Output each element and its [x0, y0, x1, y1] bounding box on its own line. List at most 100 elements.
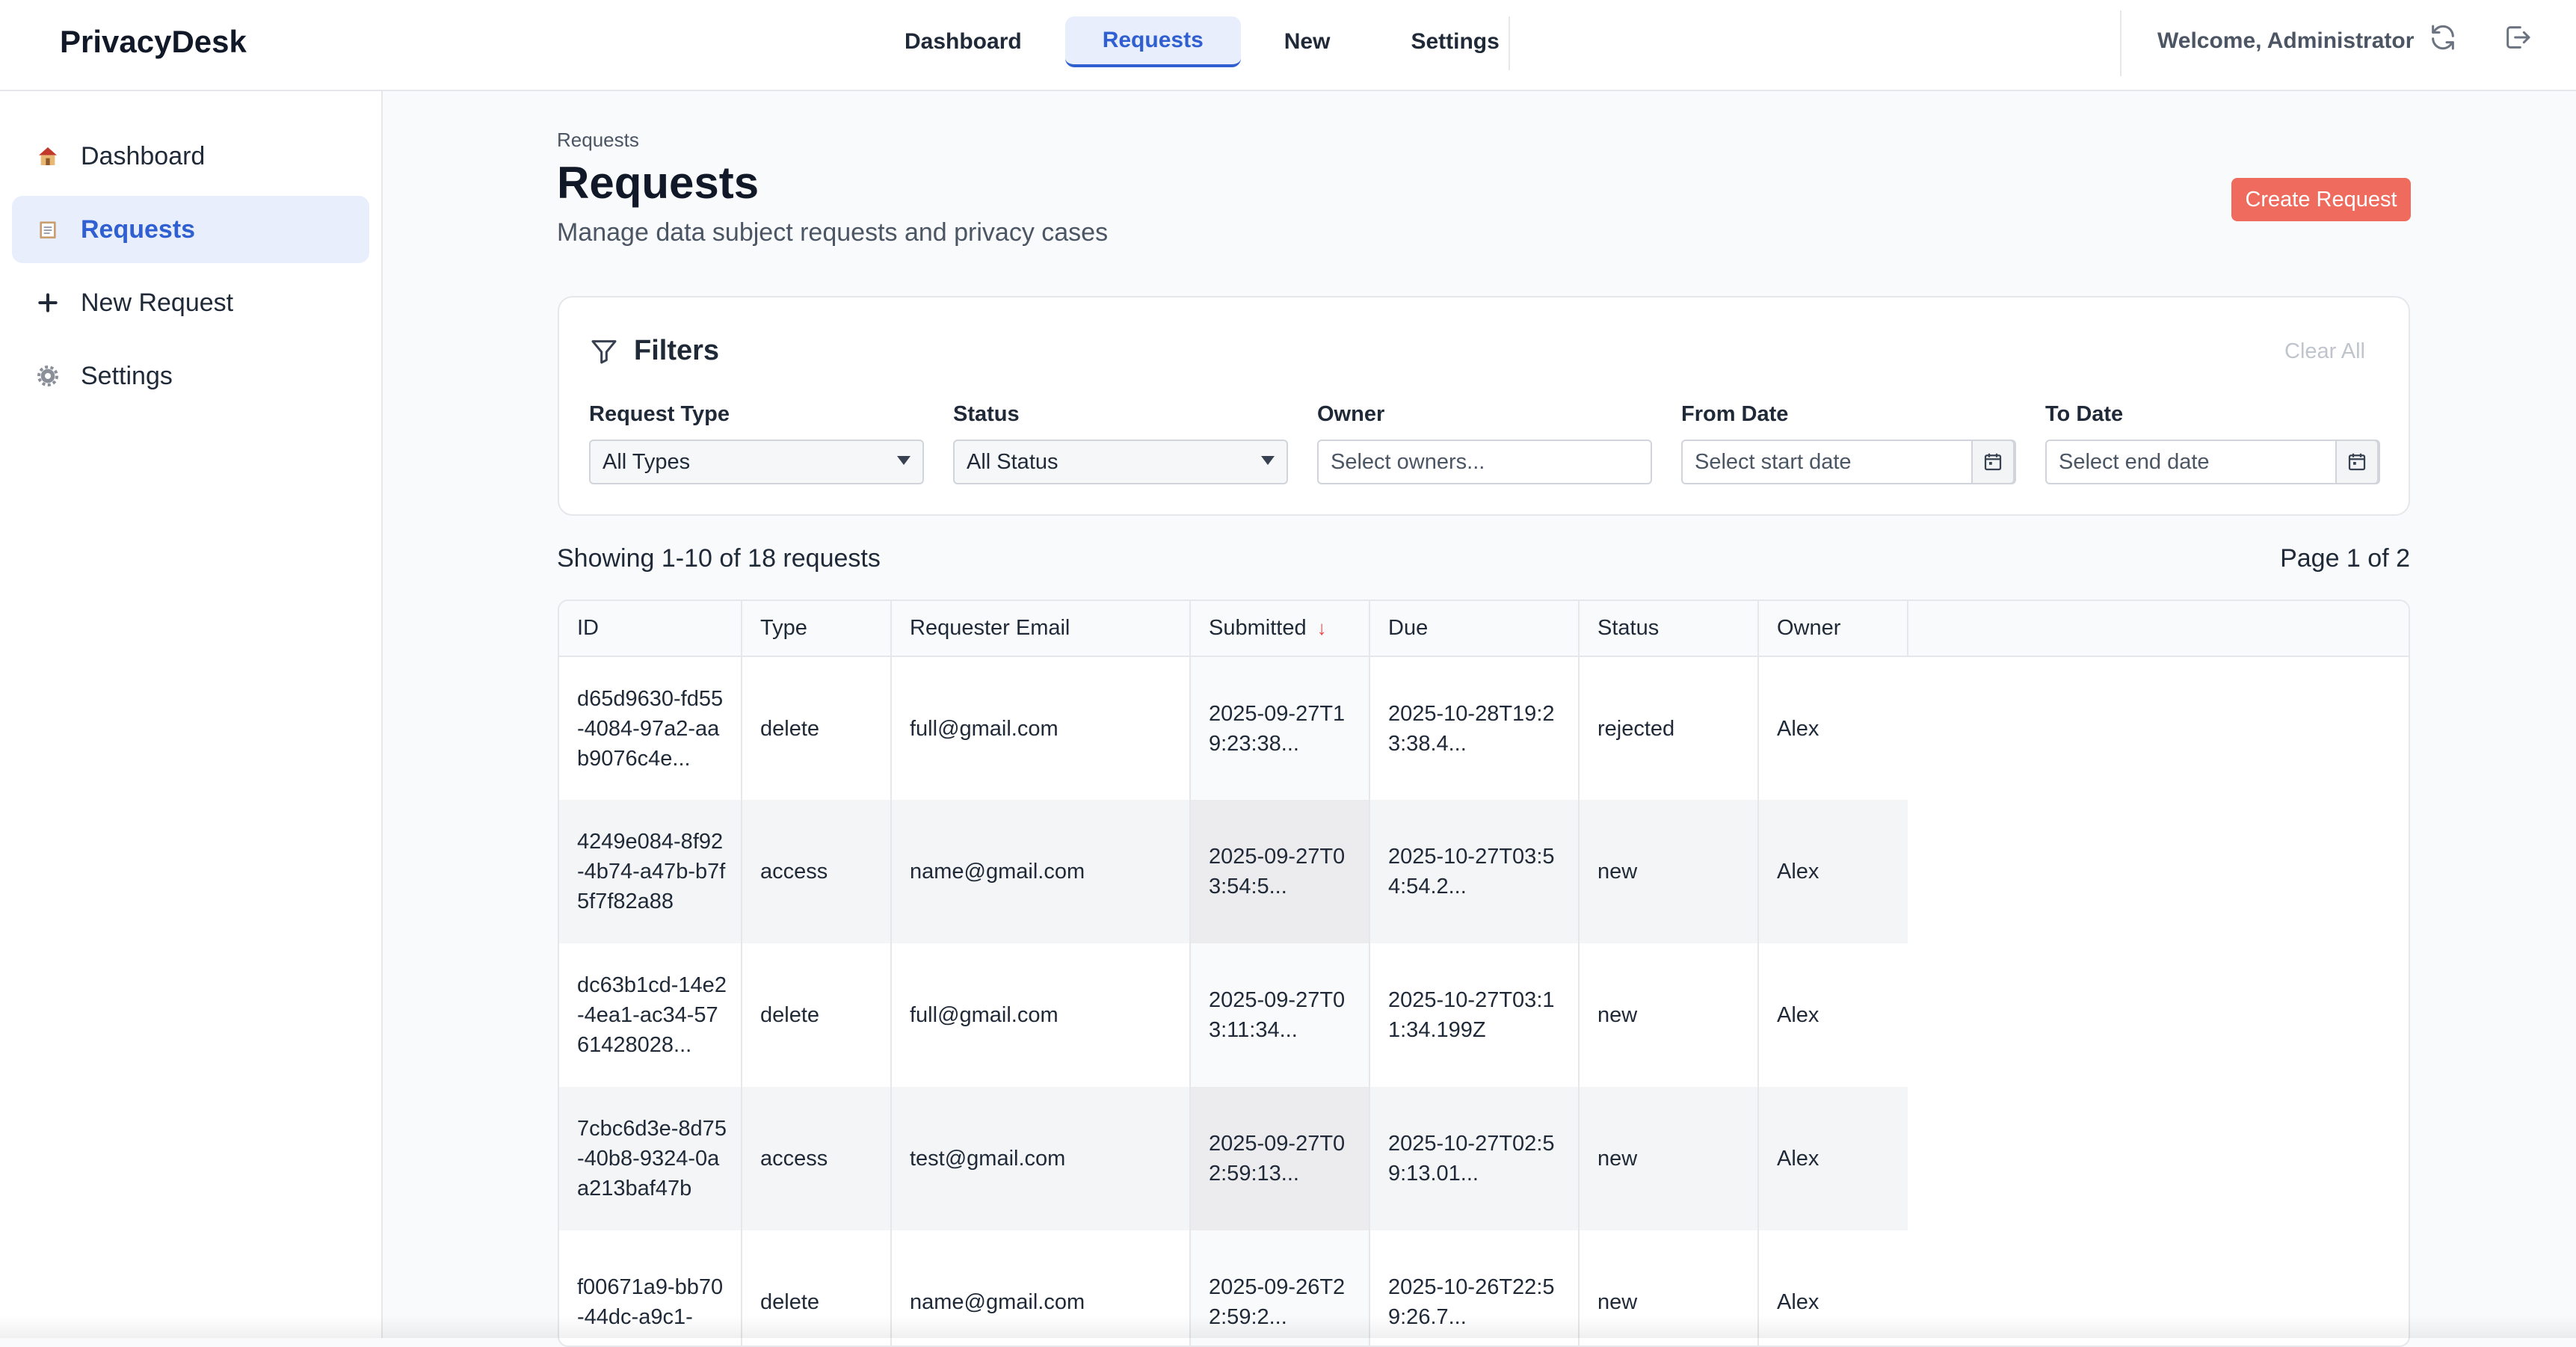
top-nav: Dashboard Requests New Settings: [867, 16, 1543, 70]
to-date-placeholder: Select end date: [2059, 449, 2210, 474]
cell-status: new: [1579, 1087, 1759, 1230]
sidebar-item-label: Dashboard: [81, 141, 206, 170]
cell-email: full@gmail.com: [891, 656, 1191, 800]
topnav-dashboard[interactable]: Dashboard: [867, 16, 1059, 67]
column-header-email[interactable]: Requester Email: [891, 601, 1191, 657]
column-header-type[interactable]: Type: [742, 601, 892, 657]
top-bar: PrivacyDesk Dashboard Requests New Setti…: [0, 0, 2576, 91]
sidebar-item-label: Requests: [81, 215, 196, 244]
create-request-button[interactable]: Create Request: [2231, 178, 2411, 221]
cell-filler: [1908, 943, 2409, 1087]
cell-submitted: 2025-09-27T03:11:34...: [1190, 943, 1370, 1087]
scroll-shadow: [0, 1316, 2576, 1338]
filters-title: Filters: [634, 335, 720, 366]
status-select[interactable]: All Status: [953, 440, 1288, 484]
cell-status: new: [1579, 943, 1759, 1087]
cell-filler: [1908, 800, 2409, 943]
cell-id: d65d9630-fd55-4084-97a2-aab9076c4e...: [559, 656, 742, 800]
sidebar-item-settings[interactable]: Settings: [12, 342, 369, 410]
results-count: Showing 1-10 of 18 requests: [557, 544, 881, 573]
owner-label: Owner: [1317, 402, 1385, 426]
breadcrumb[interactable]: Requests: [557, 129, 639, 152]
cell-id: 4249e084-8f92-4b74-a47b-b7f5f7f82a88: [559, 800, 742, 943]
cell-submitted: 2025-09-27T03:54:5...: [1190, 800, 1370, 943]
cell-submitted: 2025-09-27T19:23:38...: [1190, 656, 1370, 800]
caret-down-icon: [1261, 456, 1275, 465]
request-type-value: All Types: [603, 449, 691, 474]
cell-type: access: [742, 1087, 892, 1230]
column-header-id[interactable]: ID: [559, 601, 742, 657]
from-date-label: From Date: [1681, 402, 1789, 426]
logout-icon[interactable]: [2503, 22, 2533, 52]
cell-filler: [1908, 656, 2409, 800]
sidebar-item-label: Settings: [81, 361, 173, 390]
column-header-owner[interactable]: Owner: [1758, 601, 1908, 657]
plus-icon: [34, 289, 61, 316]
refresh-icon[interactable]: [2428, 22, 2458, 52]
welcome-text: Welcome, Administrator: [2157, 28, 2415, 53]
requests-table: ID Type Requester Email Submitted ↓ Due S…: [558, 599, 2410, 1347]
sidebar-item-dashboard[interactable]: Dashboard: [12, 123, 369, 190]
status-value: All Status: [967, 449, 1059, 474]
cell-owner: Alex: [1758, 800, 1908, 943]
sidebar-item-new-request[interactable]: New Request: [12, 269, 369, 336]
column-header-submitted[interactable]: Submitted ↓: [1190, 601, 1370, 657]
table-row[interactable]: 4249e084-8f92-4b74-a47b-b7f5f7f82a88 acc…: [559, 800, 2409, 943]
clear-all-button[interactable]: Clear All: [2284, 339, 2365, 364]
table-header-filler: [1908, 601, 2409, 657]
calendar-icon[interactable]: [1971, 440, 2015, 484]
cell-due: 2025-10-27T03:54:54.2...: [1369, 800, 1580, 943]
cell-owner: Alex: [1777, 1003, 1819, 1027]
sidebar-item-requests[interactable]: Requests: [12, 196, 369, 263]
cell-type: access: [742, 800, 892, 943]
request-type-label: Request Type: [589, 402, 730, 426]
divider: [2120, 10, 2121, 76]
topnav-new[interactable]: New: [1247, 16, 1368, 67]
from-date-input[interactable]: Select start date: [1681, 440, 2016, 484]
cell-due: 2025-10-27T02:59:13.01...: [1369, 1087, 1580, 1230]
brand-logo[interactable]: PrivacyDesk: [60, 24, 247, 60]
cell-submitted: 2025-09-27T02:59:13...: [1190, 1087, 1370, 1230]
clipboard-icon: [34, 216, 61, 243]
cell-type: delete: [742, 656, 892, 800]
column-header-label: Submitted: [1209, 616, 1307, 640]
cell-status: new: [1579, 800, 1759, 943]
cell-id: 7cbc6d3e-8d75-40b8-9324-0aa213baf47b: [559, 1087, 742, 1230]
topnav-requests[interactable]: Requests: [1064, 16, 1241, 67]
owner-input[interactable]: Select owners...: [1317, 440, 1652, 484]
table-row[interactable]: 7cbc6d3e-8d75-40b8-9324-0aa213baf47b acc…: [559, 1087, 2409, 1230]
from-date-placeholder: Select start date: [1695, 449, 1852, 474]
cell-due: 2025-10-27T03:11:34.199Z: [1369, 943, 1580, 1087]
status-label: Status: [953, 402, 1020, 426]
table-row[interactable]: dc63b1cd-14e2-4ea1-ac34-5761428028... de…: [559, 943, 2409, 1087]
topnav-settings[interactable]: Settings: [1373, 16, 1536, 67]
house-icon: [34, 143, 61, 170]
cell-owner: Alex: [1758, 1087, 1908, 1230]
sidebar-item-label: New Request: [81, 288, 234, 317]
column-header-status[interactable]: Status: [1579, 601, 1759, 657]
to-date-label: To Date: [2045, 402, 2124, 426]
page-indicator: Page 1 of 2: [2280, 544, 2410, 573]
cell-email: name@gmail.com: [891, 800, 1191, 943]
page-subtitle: Manage data subject requests and privacy…: [557, 218, 1109, 247]
cell-due: 2025-10-28T19:23:38.4...: [1369, 656, 1580, 800]
to-date-input[interactable]: Select end date: [2045, 440, 2380, 484]
cell-type: delete: [742, 943, 892, 1087]
page-title: Requests: [557, 158, 759, 208]
cell-owner: Alex: [1777, 716, 1819, 741]
request-type-select[interactable]: All Types: [589, 440, 924, 484]
sort-descending-icon: ↓: [1316, 617, 1327, 639]
filter-icon: [589, 336, 619, 366]
cell-email: test@gmail.com: [891, 1087, 1191, 1230]
cell-email: full@gmail.com: [891, 943, 1191, 1087]
table-header-row: ID Type Requester Email Submitted ↓ Due S…: [559, 601, 2409, 657]
divider: [1509, 16, 1510, 70]
gear-icon: [34, 363, 61, 389]
cell-status: rejected: [1579, 656, 1759, 800]
sidebar: Dashboard Requests New Request Settings: [0, 91, 383, 1338]
filters-panel: Filters Clear All Request Type All Types…: [558, 296, 2410, 516]
calendar-icon[interactable]: [2335, 440, 2379, 484]
table-row[interactable]: d65d9630-fd55-4084-97a2-aab9076c4e... de…: [559, 656, 2409, 800]
column-header-due[interactable]: Due: [1369, 601, 1580, 657]
caret-down-icon: [897, 456, 910, 465]
